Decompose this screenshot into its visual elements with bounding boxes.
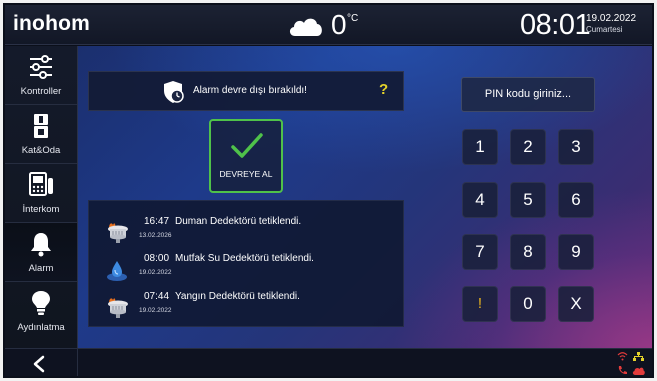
sidebar-item-label: Kat&Oda [21, 145, 61, 156]
keypad-key-0[interactable]: 0 [510, 286, 546, 322]
alarm-panel: Alarm devre dışı bırakıldı! ? DEVREYE AL… [78, 46, 652, 348]
smoke-detector-fire-icon [108, 298, 128, 318]
temperature-unit: °C [347, 13, 359, 24]
keypad-key-3[interactable]: 3 [558, 129, 594, 165]
sidebar: Kontroller Kat&Oda İnterkom Alarm Aydınl… [5, 46, 78, 348]
bulb-icon [32, 291, 50, 315]
event-date: 19.02.2022 [139, 269, 172, 276]
event-message: Yangın Dedektörü tetiklendi. [175, 291, 300, 302]
sidebar-item-alarm[interactable]: Alarm [5, 223, 77, 281]
arm-button[interactable]: DEVREYE AL [209, 119, 283, 193]
arm-button-label: DEVREYE AL [219, 169, 273, 179]
event-message: Duman Dedektörü tetiklendi. [175, 216, 302, 227]
sidebar-item-kontroller[interactable]: Kontroller [5, 46, 77, 104]
water-drop-icon [107, 261, 127, 281]
event-date: 19.02.2022 [139, 307, 172, 314]
alarm-status-text: Alarm devre dışı bırakıldı! [193, 85, 307, 96]
top-bar: inohom 0 °C 08:01 19.02.2022 Cumartesi [5, 5, 652, 45]
sidebar-item-interkom[interactable]: İnterkom [5, 164, 77, 222]
event-message: Mutfak Su Dedektörü tetiklendi. [175, 253, 314, 264]
shield-disarmed-icon [164, 81, 184, 103]
temperature-value: 0 [331, 9, 347, 40]
chevron-left-icon [33, 355, 45, 373]
event-time: 16:47 [144, 216, 170, 227]
sidebar-item-label: Aydınlatma [17, 322, 65, 333]
brand-logo: inohom [13, 12, 91, 35]
help-button[interactable]: ? [379, 81, 388, 98]
clock-day: Cumartesi [586, 25, 623, 34]
sliders-icon [30, 55, 52, 79]
cloud-icon [289, 18, 322, 36]
event-time: 07:44 [144, 291, 170, 302]
sidebar-item-label: İnterkom [22, 204, 60, 215]
event-time: 08:00 [144, 253, 170, 264]
sidebar-item-aydinlatma[interactable]: Aydınlatma [5, 282, 77, 340]
sidebar-item-label: Kontroller [20, 86, 62, 97]
checkmark-icon [231, 133, 263, 158]
keypad-key-7[interactable]: 7 [462, 234, 498, 270]
sidebar-item-kat-oda[interactable]: Kat&Oda [5, 105, 77, 163]
clock-date: 19.02.2022 [586, 13, 637, 24]
keypad-key-exclamation[interactable]: ! [462, 286, 498, 322]
back-button[interactable] [5, 349, 78, 376]
keypad-key-8[interactable]: 8 [510, 234, 546, 270]
event-date: 13.02.2026 [139, 232, 172, 239]
pin-input[interactable]: PIN kodu giriniz... [461, 77, 595, 112]
clock-time: 08:01 [520, 9, 591, 41]
bottom-bar [5, 348, 652, 376]
event-log: 16:47 Duman Dedektörü tetiklendi. 13.02.… [88, 200, 404, 327]
floor-room-icon [34, 114, 48, 138]
network-icon [633, 352, 644, 361]
intercom-icon [29, 172, 53, 196]
cloud-alert-icon [632, 367, 645, 375]
alarm-status-banner: Alarm devre dışı bırakıldı! ? [88, 71, 404, 111]
keypad-key-clear[interactable]: X [558, 286, 594, 322]
phone-icon [618, 366, 627, 375]
smoke-detector-fire-icon [108, 223, 128, 243]
keypad-key-9[interactable]: 9 [558, 234, 594, 270]
keypad-key-6[interactable]: 6 [558, 182, 594, 218]
keypad-key-2[interactable]: 2 [510, 129, 546, 165]
bell-icon [31, 233, 51, 257]
device-screen: inohom 0 °C 08:01 19.02.2022 Cumartesi K… [3, 3, 654, 378]
keypad-key-1[interactable]: 1 [462, 129, 498, 165]
list-item: 08:00 Mutfak Su Dedektörü tetiklendi. 19… [89, 253, 405, 291]
list-item: 16:47 Duman Dedektörü tetiklendi. 13.02.… [89, 216, 405, 254]
wifi-icon [617, 352, 628, 361]
sidebar-item-label: Alarm [28, 263, 54, 274]
list-item: 07:44 Yangın Dedektörü tetiklendi. 19.02… [89, 291, 405, 329]
keypad-key-5[interactable]: 5 [510, 182, 546, 218]
keypad-key-4[interactable]: 4 [462, 182, 498, 218]
